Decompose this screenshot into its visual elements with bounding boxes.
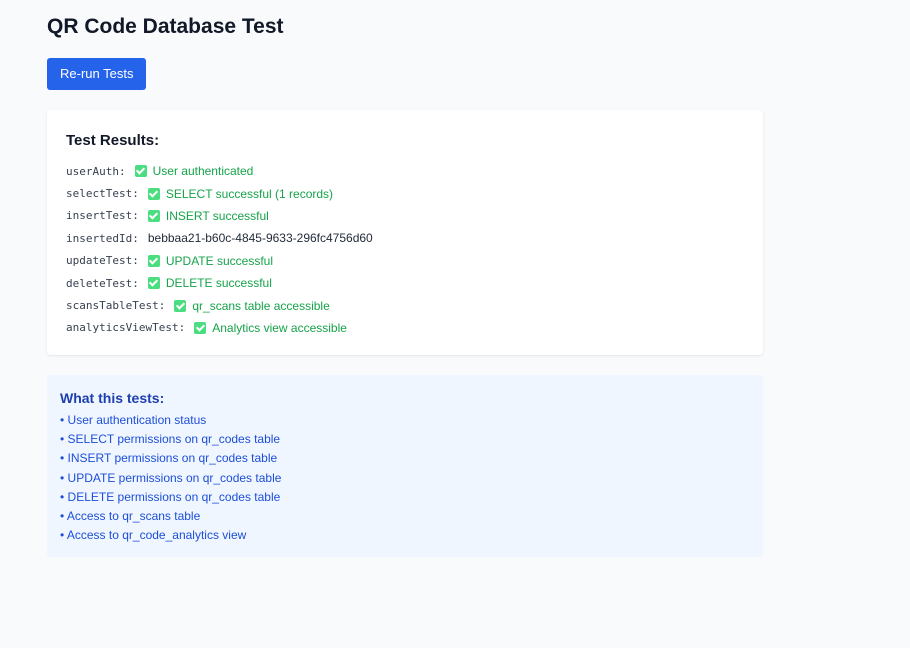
page-title: QR Code Database Test xyxy=(47,15,284,38)
list-item: • DELETE permissions on qr_codes table xyxy=(60,489,281,504)
check-icon xyxy=(134,165,147,178)
result-value: DELETE successful xyxy=(165,276,272,291)
result-value: UPDATE successful xyxy=(165,253,273,268)
result-row-deletetest: deleteTest: DELETE successful xyxy=(66,272,744,294)
info-list: • User authentication status • SELECT pe… xyxy=(60,411,750,545)
test-results-heading: Test Results: xyxy=(66,132,160,149)
list-item: • INSERT permissions on qr_codes table xyxy=(60,451,278,466)
what-this-tests-panel: What this tests: • User authentication s… xyxy=(47,375,763,557)
list-item: • SELECT permissions on qr_codes table xyxy=(60,432,281,447)
check-icon xyxy=(194,321,207,334)
result-key: updateTest: xyxy=(66,254,139,268)
result-value: Analytics view accessible xyxy=(212,320,347,335)
check-icon xyxy=(174,299,187,312)
result-row-userauth: userAuth: User authenticated xyxy=(66,160,744,182)
test-results-card: Test Results: userAuth: User authenticat… xyxy=(47,110,763,355)
result-key: analyticsViewTest: xyxy=(66,321,186,335)
result-value: INSERT successful xyxy=(165,208,269,223)
result-key: deleteTest: xyxy=(66,276,139,290)
list-item: • User authentication status xyxy=(60,413,207,427)
result-key: userAuth: xyxy=(66,164,126,178)
result-row-updatetest: updateTest: UPDATE successful xyxy=(66,250,744,272)
result-key: insertTest: xyxy=(66,209,139,223)
check-icon xyxy=(147,254,160,267)
rerun-tests-button[interactable]: Re-run Tests xyxy=(47,58,147,90)
result-row-inserttest: insertTest: INSERT successful xyxy=(66,205,744,227)
result-row-selecttest: selectTest: SELECT successful (1 records… xyxy=(66,182,744,204)
result-key: selectTest: xyxy=(66,187,139,201)
check-icon xyxy=(147,209,160,222)
result-row-scanstabletest: scansTableTest: qr_scans table accessibl… xyxy=(66,294,744,316)
info-heading: What this tests: xyxy=(60,390,165,406)
result-value: User authenticated xyxy=(152,164,254,179)
result-value: bebbaa21-b60c-4845-9633-296fc4756d60 xyxy=(147,231,373,246)
check-icon xyxy=(147,277,160,290)
result-row-insertedid: insertedId: bebbaa21-b60c-4845-9633-296f… xyxy=(66,227,744,249)
list-item: • Access to qr_scans table xyxy=(60,509,201,524)
result-value: qr_scans table accessible xyxy=(192,298,330,313)
page: QR Code Database Test Re-run Tests Test … xyxy=(0,0,763,557)
result-key: scansTableTest: xyxy=(66,299,166,313)
result-key: insertedId: xyxy=(66,231,139,245)
check-icon xyxy=(147,187,160,200)
list-item: • UPDATE permissions on qr_codes table xyxy=(60,470,282,485)
result-row-analyticsviewtest: analyticsViewTest: Analytics view access… xyxy=(66,317,744,339)
result-value: SELECT successful (1 records) xyxy=(165,186,334,201)
list-item: • Access to qr_code_analytics view xyxy=(60,528,247,543)
